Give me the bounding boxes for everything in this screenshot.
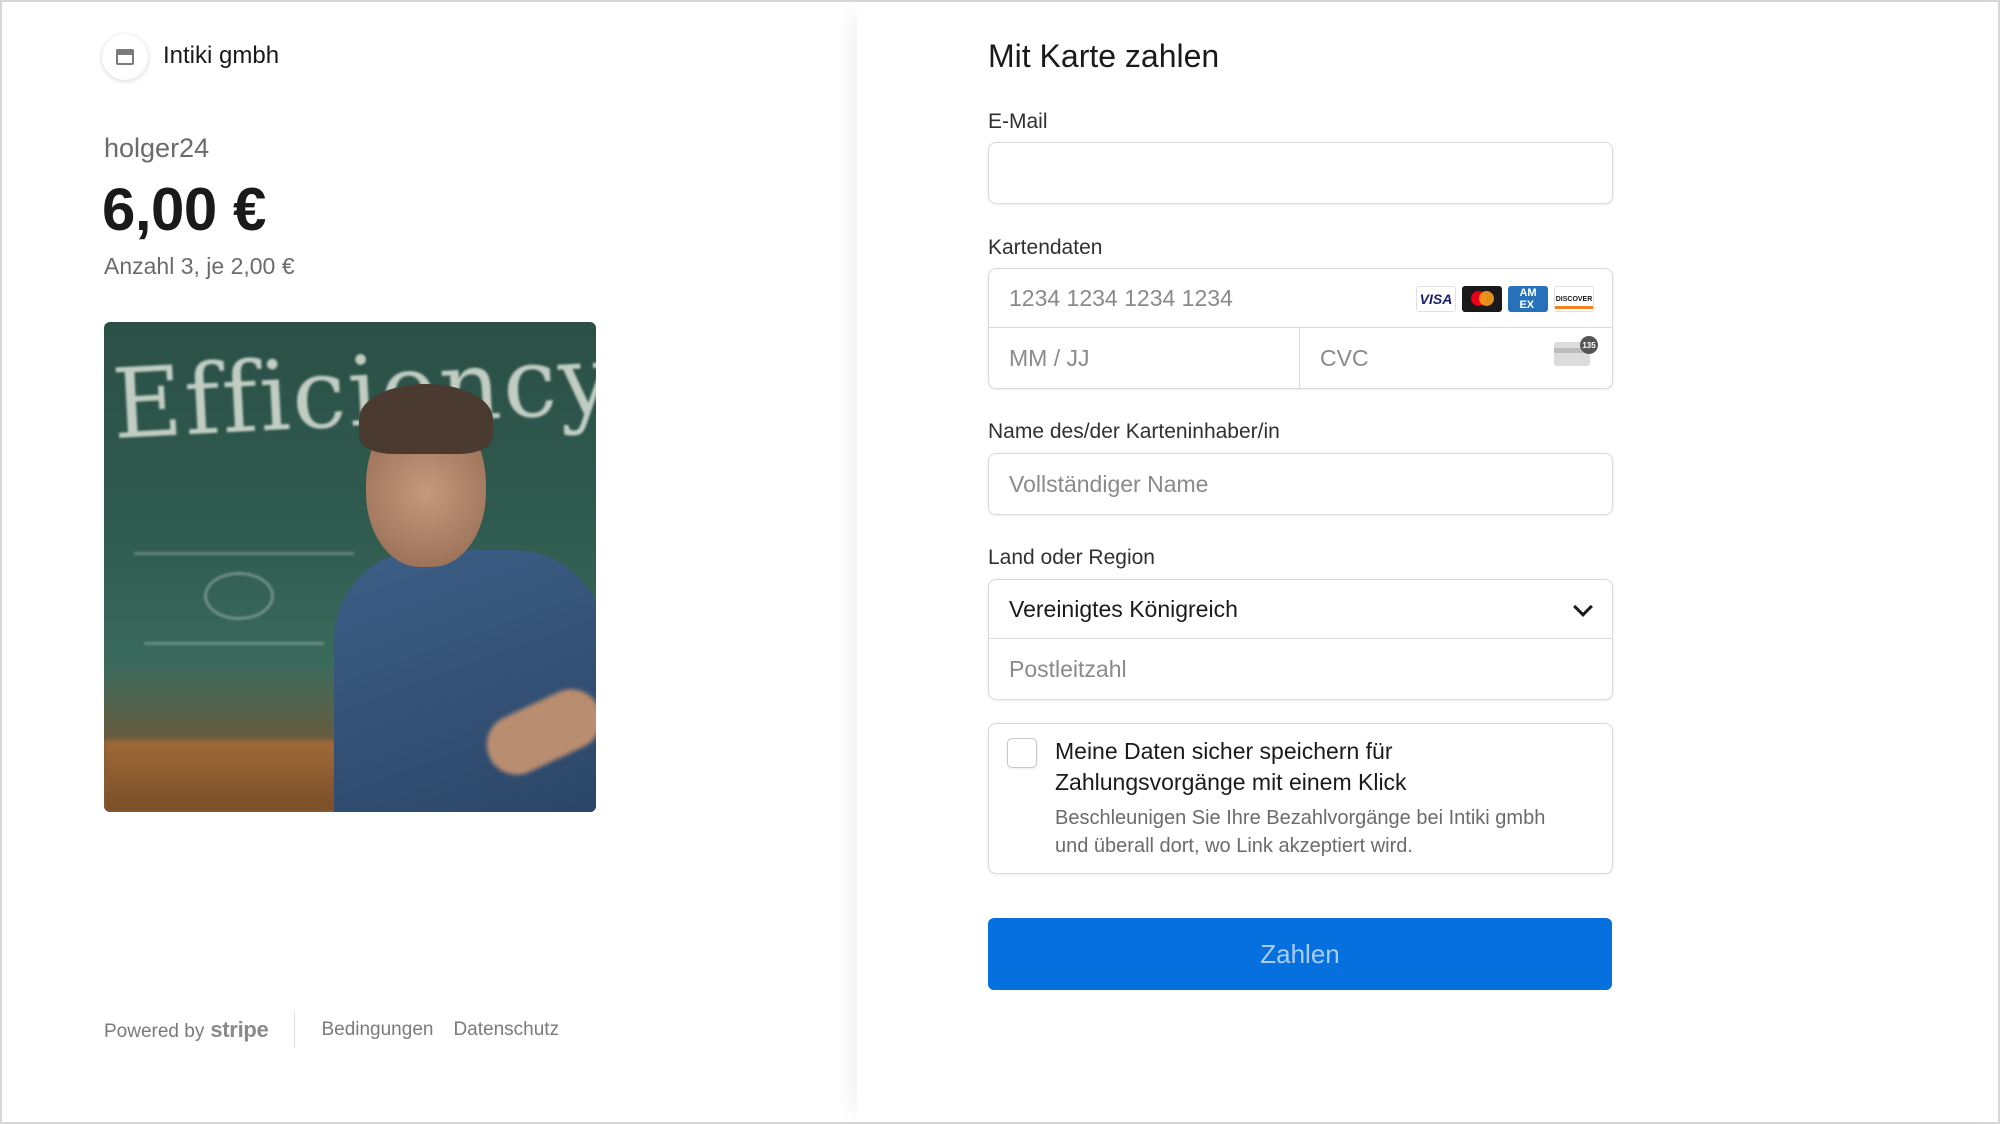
privacy-link[interactable]: Datenschutz (453, 1019, 559, 1041)
cvc-cell: 135 (1300, 328, 1612, 388)
chalk-drawing (204, 572, 274, 620)
cardholder-name-label: Name des/der Karteninhaber/in (988, 420, 1280, 443)
product-name: holger24 (104, 133, 210, 163)
cvc-card-icon: 135 (1554, 336, 1598, 366)
card-details-group: VISA AMEX DISCOVER 135 (988, 268, 1613, 389)
chalkboard-text: Efficiency (109, 322, 596, 462)
save-info-description: Beschleunigen Sie Ihre Bezahlvorgänge be… (1055, 807, 1546, 857)
discover-icon: DISCOVER (1554, 286, 1594, 312)
chalk-drawing (144, 642, 324, 645)
expiry-input[interactable] (989, 328, 1299, 388)
form-title: Mit Karte zahlen (988, 38, 1220, 74)
product-image: Efficiency (104, 322, 596, 812)
amex-icon: AM EX (1508, 286, 1548, 312)
expiry-cell (989, 328, 1300, 388)
region-select[interactable]: Vereinigtes Königreich (989, 580, 1612, 639)
card-brands: VISA AM EX DISCOVER (1416, 286, 1594, 312)
pay-button[interactable]: Zahlen (988, 918, 1612, 990)
region-value: Vereinigtes Königreich (1009, 595, 1238, 622)
chalk-drawing (134, 552, 354, 555)
postal-code-cell (989, 639, 1612, 699)
powered-by[interactable]: Powered by stripe (104, 1017, 269, 1043)
powered-by-label: Powered by (104, 1021, 205, 1042)
mastercard-icon (1462, 286, 1502, 312)
quantity-text: Anzahl 3, je 2,00 € (104, 253, 295, 279)
total-price: 6,00 € (102, 176, 266, 243)
email-label: E-Mail (988, 110, 1048, 133)
cardholder-name-container (988, 453, 1613, 515)
chevron-down-icon (1573, 597, 1593, 617)
footer-divider (294, 1012, 296, 1048)
terms-link[interactable]: Bedingungen (321, 1019, 433, 1041)
merchant-logo[interactable] (102, 34, 148, 80)
email-field[interactable] (989, 143, 1612, 203)
card-number-input[interactable] (989, 269, 1369, 327)
region-label: Land oder Region (988, 546, 1155, 569)
link-save-box: Meine Daten sicher speichern für Zahlung… (988, 723, 1613, 874)
email-field-container (988, 142, 1613, 204)
person-body (334, 550, 596, 812)
save-info-title[interactable]: Meine Daten sicher speichern für Zahlung… (1055, 736, 1575, 798)
person-hair (359, 384, 493, 454)
store-icon (116, 49, 134, 65)
cardholder-name-input[interactable] (989, 454, 1612, 514)
footer: Powered by stripe Bedingungen Datenschut… (104, 1012, 579, 1048)
cvc-badge: 135 (1580, 336, 1598, 354)
stripe-logo: stripe (210, 1017, 269, 1042)
merchant-name[interactable]: Intiki gmbh (163, 42, 279, 70)
visa-icon: VISA (1416, 286, 1456, 312)
postal-code-input[interactable] (989, 639, 1612, 699)
region-group: Vereinigtes Königreich (988, 579, 1613, 700)
card-number-row: VISA AMEX DISCOVER (989, 269, 1612, 328)
card-label: Kartendaten (988, 236, 1103, 259)
save-info-checkbox[interactable] (1007, 738, 1037, 768)
